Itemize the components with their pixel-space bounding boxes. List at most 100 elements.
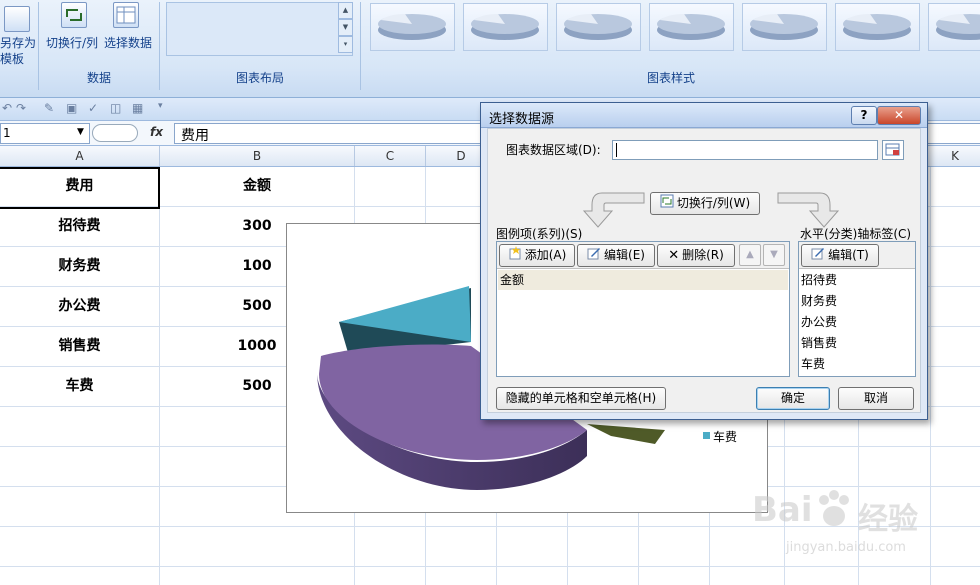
delete-series-label: 删除(R) (682, 248, 724, 262)
chart-range-label: 图表数据区域(D): (506, 143, 601, 157)
series-item[interactable]: 金额 (498, 270, 788, 290)
ribbon-group-type: 另存为 模板 (0, 2, 39, 90)
zoom-slider[interactable] (92, 124, 138, 142)
delete-series-button[interactable]: ✕ 删除(R) (657, 244, 735, 267)
category-item[interactable]: 招待费 (801, 270, 837, 290)
series-label: 图例项(系列)(S) (496, 227, 583, 241)
chart-style-thumbnail[interactable] (370, 3, 455, 51)
dialog-body: 图表数据区域(D): 切换行/列(W) 图例项(系列)(S) 添加(A) 编辑(… (487, 128, 921, 413)
help-icon[interactable]: ? (851, 106, 877, 125)
customize-qat-icon[interactable]: ▾ (158, 101, 163, 111)
undo-icon[interactable]: ↶ (2, 101, 12, 115)
legend-entry-car[interactable]: 车费 (713, 428, 737, 445)
chart-style-thumbnail[interactable] (556, 3, 641, 51)
formula-value: 费用 (181, 128, 209, 144)
add-icon (508, 245, 522, 266)
edit-series-button[interactable]: 编辑(E) (577, 244, 655, 267)
edit-axis-labels-button[interactable]: 编辑(T) (801, 244, 879, 267)
save-template-label-2[interactable]: 模板 (0, 50, 24, 67)
cell-b1[interactable]: 金额 (160, 167, 354, 207)
switch-row-col-dialog-label: 切换行/列(W) (676, 196, 751, 210)
add-series-label: 添加(A) (524, 248, 567, 262)
gallery-more[interactable]: ▾ (338, 36, 353, 53)
category-item[interactable]: 财务费 (801, 291, 837, 311)
chart-range-input[interactable] (612, 140, 878, 160)
gallery-scroll-down[interactable]: ▼ (338, 19, 353, 36)
switch-row-col-icon[interactable] (61, 2, 87, 28)
category-list: 编辑(T) 招待费 财务费 办公费 销售费 车费 (798, 241, 916, 377)
chart-layout-gallery[interactable] (166, 2, 353, 56)
text-caret (616, 143, 617, 157)
switch-row-col-dialog-button[interactable]: 切换行/列(W) (650, 192, 760, 215)
ribbon-group-data: 切换行/列 选择数据 数据 (39, 2, 160, 90)
hidden-empty-cells-button[interactable]: 隐藏的单元格和空单元格(H) (496, 387, 666, 410)
cell-a6[interactable]: 车费 (0, 367, 159, 407)
gallery-scroll-up[interactable]: ▲ (338, 2, 353, 19)
cell-a2[interactable]: 招待费 (0, 207, 159, 247)
ribbon: 另存为 模板 切换行/列 选择数据 数据 图表布局 ▲ ▼ ▾ 图表样式 (0, 0, 980, 98)
close-icon[interactable]: ✕ (877, 106, 921, 125)
series-list: 添加(A) 编辑(E) ✕ 删除(R) ▲ ▼ 金额 (496, 241, 790, 377)
baidu-watermark: Bai 经验 jingyan.baidu.com (752, 478, 972, 578)
redo-icon[interactable]: ↷ (16, 101, 26, 115)
add-series-button[interactable]: 添加(A) (499, 244, 575, 267)
switch-row-col-button[interactable]: 切换行/列 (46, 34, 98, 51)
watermark-url: jingyan.baidu.com (786, 540, 906, 555)
preview-icon[interactable]: ◫ (110, 101, 121, 115)
column-header-c[interactable]: C (355, 146, 426, 166)
select-data-icon[interactable] (113, 2, 139, 28)
category-toolbar: 编辑(T) (799, 242, 915, 269)
chart-style-thumbnail[interactable] (463, 3, 548, 51)
spellcheck-icon[interactable]: ✓ (88, 101, 98, 115)
move-up-icon[interactable]: ▲ (739, 244, 761, 266)
dialog-title: 选择数据源 (489, 112, 555, 127)
select-data-source-dialog: 选择数据源 ? ✕ 图表数据区域(D): 切换行/列(W) 图例项(系列)(S)… (480, 102, 928, 420)
chart-style-thumbnail[interactable] (742, 3, 827, 51)
edit-icon (587, 246, 601, 266)
group-styles-label: 图表样式 (646, 71, 695, 85)
active-cell-border (0, 167, 160, 209)
pie-slice-olive[interactable] (587, 424, 665, 444)
cell-a5[interactable]: 销售费 (0, 327, 159, 367)
series-toolbar: 添加(A) 编辑(E) ✕ 删除(R) ▲ ▼ (497, 242, 789, 269)
category-item[interactable]: 销售费 (801, 333, 837, 353)
group-data-label: 数据 (86, 71, 111, 85)
axis-labels-label: 水平(分类)轴标签(C) (800, 227, 912, 241)
column-header-k[interactable]: K (930, 146, 980, 166)
chart-style-thumbnail[interactable] (928, 3, 980, 51)
category-item[interactable]: 办公费 (801, 312, 837, 332)
ok-button[interactable]: 确定 (756, 387, 830, 410)
insert-function-icon[interactable]: fx (150, 125, 163, 139)
save-template-icon[interactable] (4, 6, 30, 32)
range-picker-icon[interactable] (882, 140, 904, 160)
group-layout-label: 图表布局 (235, 71, 284, 85)
save-template-label-1[interactable]: 另存为 (0, 34, 36, 51)
watermark-brand: Bai (752, 490, 813, 530)
select-data-button[interactable]: 选择数据 (104, 34, 152, 51)
chart-style-thumbnail[interactable] (835, 3, 920, 51)
switch-row-col-dialog-icon (660, 194, 674, 214)
name-box[interactable]: 1 ▼ (0, 123, 90, 144)
watermark-suffix: 经验 (858, 502, 918, 537)
edit-series-label: 编辑(E) (604, 248, 645, 262)
paw-icon (816, 490, 852, 528)
move-down-icon[interactable]: ▼ (763, 244, 785, 266)
cancel-button[interactable]: 取消 (838, 387, 914, 410)
dialog-title-bar[interactable]: 选择数据源 ? ✕ (481, 103, 927, 128)
edit-axis-labels-label: 编辑(T) (828, 248, 869, 262)
table-icon[interactable]: ▦ (132, 101, 143, 115)
left-curved-arrow-icon (582, 192, 645, 228)
print-icon[interactable]: ▣ (66, 101, 77, 115)
name-box-dropdown-icon[interactable]: ▼ (77, 127, 84, 137)
column-header-b[interactable]: B (160, 146, 355, 166)
category-item[interactable]: 车费 (801, 354, 825, 374)
cell-a3[interactable]: 财务费 (0, 247, 159, 287)
format-painter-icon[interactable]: ✎ (44, 101, 54, 115)
legend-bullet-icon (703, 432, 710, 439)
cell-a4[interactable]: 办公费 (0, 287, 159, 327)
column-header-a[interactable]: A (0, 146, 160, 166)
delete-icon: ✕ (668, 247, 680, 263)
chart-style-thumbnail[interactable] (649, 3, 734, 51)
edit-axis-icon (811, 246, 825, 266)
name-box-value: 1 (3, 126, 11, 140)
